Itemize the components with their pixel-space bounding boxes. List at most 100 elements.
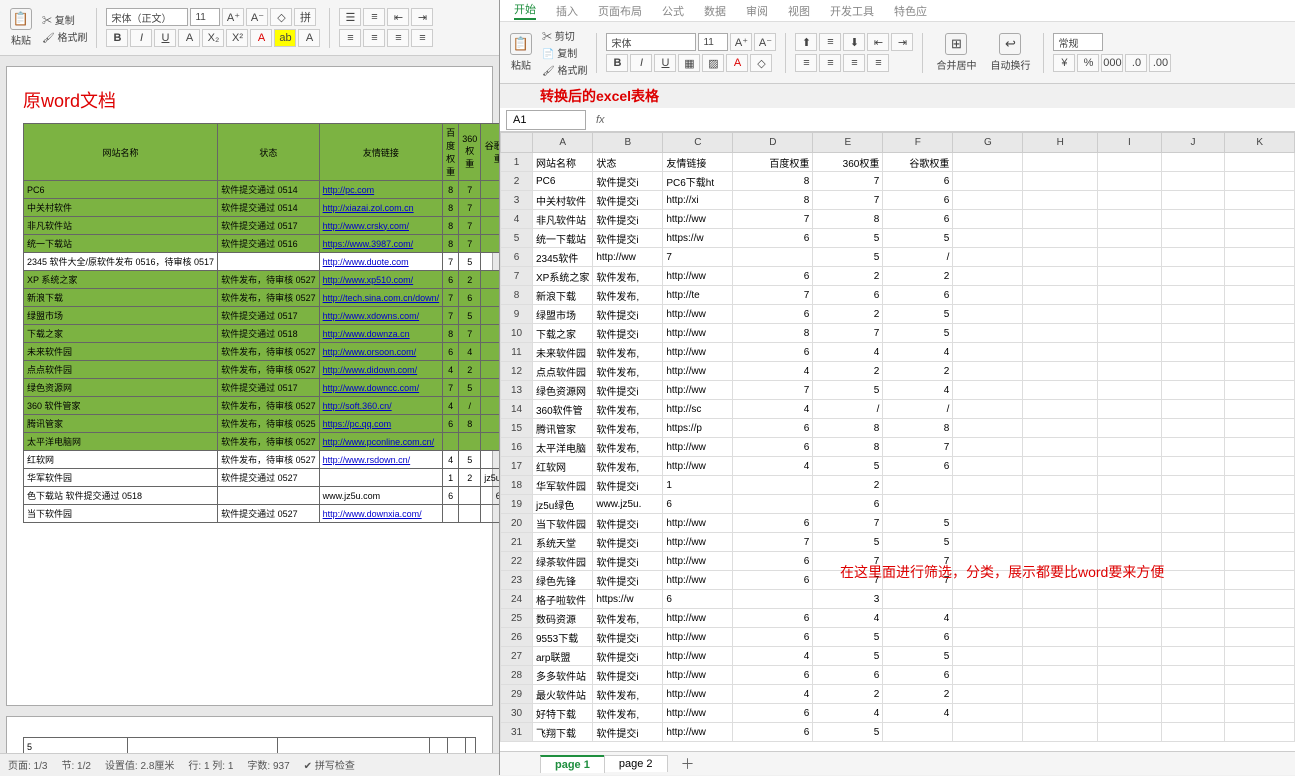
excel-cell[interactable] (1098, 628, 1162, 647)
excel-row-header[interactable]: 13 (501, 381, 533, 400)
excel-cell[interactable] (1023, 324, 1098, 343)
excel-cell[interactable]: 下载之家 (533, 324, 593, 343)
excel-cell[interactable]: 7 (813, 324, 883, 343)
excel-cell[interactable]: arp联盟 (533, 647, 593, 666)
excel-cell[interactable]: 5 (813, 248, 883, 267)
fill-button[interactable]: ▨ (702, 54, 724, 72)
excel-cell[interactable]: 8 (733, 172, 813, 191)
excel-cell[interactable]: 5 (813, 723, 883, 742)
excel-cell[interactable]: 软件提交i (593, 172, 663, 191)
excel-cell[interactable] (1161, 666, 1225, 685)
excel-cell[interactable] (1161, 495, 1225, 514)
excel-cell[interactable] (1098, 229, 1162, 248)
valign-bot-button[interactable]: ⬇ (843, 33, 865, 51)
excel-cell[interactable] (1098, 533, 1162, 552)
excel-col-header[interactable]: G (953, 133, 1023, 153)
align-left-button[interactable]: ≡ (795, 54, 817, 72)
excel-row-header[interactable]: 5 (501, 229, 533, 248)
excel-cell[interactable] (1161, 305, 1225, 324)
excel-cell[interactable] (953, 552, 1023, 571)
excel-cell[interactable] (1023, 647, 1098, 666)
excel-cell[interactable]: 6 (733, 267, 813, 286)
excel-cell[interactable]: 软件发布, (593, 609, 663, 628)
excel-cell[interactable]: 最火软件站 (533, 685, 593, 704)
excel-cell[interactable] (1161, 476, 1225, 495)
excel-cell[interactable]: 非凡软件站 (533, 210, 593, 229)
excel-cell[interactable] (1098, 286, 1162, 305)
excel-cell[interactable]: 8 (813, 438, 883, 457)
excel-cell[interactable]: 4 (733, 647, 813, 666)
clear-fmt-button[interactable]: ◇ (270, 8, 292, 26)
excel-cell[interactable] (1023, 305, 1098, 324)
excel-cell[interactable] (1161, 267, 1225, 286)
excel-cell[interactable]: 7 (733, 286, 813, 305)
excel-row-header[interactable]: 29 (501, 685, 533, 704)
copy-button[interactable]: ✂ 复制 (42, 12, 87, 27)
add-sheet-button[interactable]: ＋ (667, 752, 709, 776)
excel-cell[interactable] (1023, 400, 1098, 419)
excel-cell[interactable]: 腾讯管家 (533, 419, 593, 438)
excel-cell[interactable] (1161, 533, 1225, 552)
excel-cell[interactable] (1161, 362, 1225, 381)
excel-cell[interactable]: 软件提交i (593, 514, 663, 533)
excel-cell[interactable]: 5 (883, 229, 953, 248)
excel-cell[interactable] (1098, 172, 1162, 191)
excel-col-header[interactable]: K (1225, 133, 1295, 153)
excel-cell[interactable]: XP系统之家 (533, 267, 593, 286)
excel-cell[interactable]: 软件提交i (593, 324, 663, 343)
excel-sheet[interactable]: ABCDEFGHIJK 1网站名称状态友情链接百度权重360权重谷歌权重2PC6… (500, 132, 1295, 751)
excel-cell[interactable] (1098, 704, 1162, 723)
excel-cell[interactable] (1023, 457, 1098, 476)
excel-cell[interactable]: 2 (813, 305, 883, 324)
excel-cell[interactable] (1161, 172, 1225, 191)
excel-cell[interactable]: 软件提交i (593, 305, 663, 324)
excel-cell[interactable]: http://ww (663, 552, 733, 571)
align-right-button[interactable]: ≡ (843, 54, 865, 72)
excel-cell[interactable]: 4 (733, 685, 813, 704)
excel-cell[interactable]: 软件发布, (593, 438, 663, 457)
excel-cell[interactable]: 绿色资源网 (533, 381, 593, 400)
valign-top-button[interactable]: ⬆ (795, 33, 817, 51)
excel-cell[interactable]: http://ww (663, 533, 733, 552)
fontsize-select[interactable]: 11 (698, 33, 728, 51)
excel-cell[interactable]: 5 (883, 324, 953, 343)
fmtpaint-button[interactable]: 🖌 格式刷 (42, 29, 87, 44)
excel-cell[interactable]: 7 (813, 552, 883, 571)
excel-cell[interactable] (1225, 362, 1295, 381)
excel-cell[interactable]: 软件发布, (593, 419, 663, 438)
excel-cell[interactable]: 软件提交i (593, 723, 663, 742)
excel-cell[interactable] (883, 723, 953, 742)
excel-col-header[interactable] (501, 133, 533, 153)
excel-cell[interactable]: 太平洋电脑 (533, 438, 593, 457)
excel-row-header[interactable]: 23 (501, 571, 533, 590)
namebox-input[interactable] (506, 110, 586, 130)
excel-cell[interactable] (1098, 324, 1162, 343)
font-select[interactable]: 宋体（正文） (106, 8, 188, 26)
fontcolor-button[interactable]: A (250, 29, 272, 47)
excel-cell[interactable] (1161, 248, 1225, 267)
excel-cell[interactable]: 百度权重 (733, 153, 813, 172)
excel-cell[interactable] (1225, 438, 1295, 457)
excel-cell[interactable] (953, 590, 1023, 609)
excel-cell[interactable]: 6 (733, 704, 813, 723)
excel-cell[interactable]: http://ww (663, 210, 733, 229)
excel-col-header[interactable]: J (1161, 133, 1225, 153)
cut-button[interactable]: ✂ 剪切 (542, 28, 587, 43)
excel-cell[interactable] (953, 476, 1023, 495)
excel-cell[interactable]: 4 (813, 609, 883, 628)
excel-cell[interactable]: 软件提交i (593, 476, 663, 495)
align-justify-button[interactable]: ≡ (867, 54, 889, 72)
copy-button[interactable]: 📄 复制 (542, 45, 587, 60)
excel-cell[interactable] (953, 685, 1023, 704)
excel-cell[interactable]: 2 (883, 267, 953, 286)
excel-cell[interactable]: 8 (813, 419, 883, 438)
excel-cell[interactable]: 6 (733, 723, 813, 742)
fontsize-select[interactable]: 11 (190, 8, 220, 26)
excel-cell[interactable] (953, 381, 1023, 400)
excel-cell[interactable] (1225, 343, 1295, 362)
dec-inc-button[interactable]: .0 (1125, 54, 1147, 72)
shrink-font-button[interactable]: A⁻ (246, 8, 268, 26)
excel-cell[interactable] (1023, 609, 1098, 628)
excel-cell[interactable] (1098, 647, 1162, 666)
excel-cell[interactable]: 2 (813, 362, 883, 381)
